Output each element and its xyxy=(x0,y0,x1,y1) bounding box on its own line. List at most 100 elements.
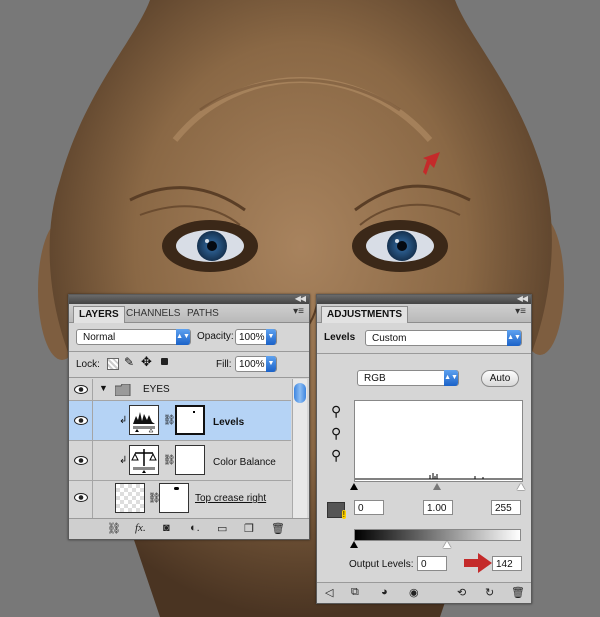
clipping-warning-icon[interactable]: ! xyxy=(327,502,346,519)
collapse-panel-icon[interactable]: ◀◀ xyxy=(517,294,528,303)
link-chain-icon[interactable]: ⛓ xyxy=(163,415,176,426)
layer-mask-thumbnail[interactable] xyxy=(175,445,205,475)
set-gray-point-eyedropper-icon[interactable]: ⚲ xyxy=(331,425,341,442)
delete-adjustment-trash-icon[interactable]: 🗑 xyxy=(511,586,525,599)
layer-thumbnail[interactable] xyxy=(115,483,145,513)
visibility-toggle[interactable] xyxy=(69,481,93,520)
input-gamma-field[interactable]: 1.00 xyxy=(423,500,453,515)
output-black-handle[interactable] xyxy=(350,541,358,548)
opacity-field[interactable]: 100% ▼ xyxy=(235,329,277,345)
blend-mode-value: Normal xyxy=(83,332,116,343)
tab-layers[interactable]: LAYERS xyxy=(73,306,125,323)
add-mask-icon[interactable]: ◙ xyxy=(163,522,170,534)
layer-color-balance[interactable]: ↲ ⛓ Color Balance xyxy=(69,441,291,481)
output-white-field[interactable]: 142 xyxy=(492,556,522,571)
input-black-handle[interactable] xyxy=(350,483,358,490)
auto-button[interactable]: Auto xyxy=(481,370,519,387)
color-balance-adjustment-icon[interactable] xyxy=(129,445,159,475)
layer-top-crease-right[interactable]: ⛓ Top crease right xyxy=(69,481,291,521)
layer-mask-thumbnail[interactable] xyxy=(159,483,189,513)
chevron-updown-icon: ▲▼ xyxy=(176,329,190,345)
lock-transparent-icon[interactable] xyxy=(107,358,119,370)
panel-title-bar[interactable]: ◀◀ xyxy=(317,294,531,304)
input-levels-slider[interactable] xyxy=(350,483,525,491)
chevron-down-icon[interactable]: ▼ xyxy=(266,356,276,372)
tab-adjustments[interactable]: ADJUSTMENTS xyxy=(321,306,409,323)
collapse-panel-icon[interactable]: ◀◀ xyxy=(295,294,306,303)
blend-mode-select[interactable]: Normal ▲▼ xyxy=(76,329,191,345)
input-white-field[interactable]: 255 xyxy=(491,500,521,515)
tab-channels[interactable]: CHANNELS xyxy=(121,306,185,322)
chevron-down-icon[interactable]: ▼ xyxy=(266,329,276,345)
visibility-toggle[interactable] xyxy=(69,379,93,400)
toggle-visibility-eye-icon[interactable]: ◉ xyxy=(409,586,419,599)
scrollbar-thumb[interactable] xyxy=(294,383,306,403)
fill-field[interactable]: 100% ▼ xyxy=(235,356,277,372)
panel-menu-icon[interactable]: ▾≡ xyxy=(293,306,304,317)
layer-group-eyes[interactable]: ▼ EYES xyxy=(69,379,291,401)
link-layers-icon[interactable]: ⛓ xyxy=(107,522,121,535)
levels-histogram xyxy=(354,400,523,482)
lock-image-brush-icon[interactable]: ✎ xyxy=(124,355,134,369)
view-previous-state-icon[interactable]: ⟲ xyxy=(457,586,466,599)
layers-panel: ◀◀ LAYERS CHANNELS PATHS ▾≡ Normal ▲▼ Op… xyxy=(68,294,310,540)
opacity-value: 100% xyxy=(239,332,265,343)
adjustments-tab-bar: ADJUSTMENTS ▾≡ xyxy=(317,304,531,323)
output-black-field[interactable]: 0 xyxy=(417,556,447,571)
layers-scrollbar[interactable] xyxy=(292,379,307,521)
layer-mask-thumbnail[interactable] xyxy=(175,405,205,435)
group-name: EYES xyxy=(143,384,170,395)
channel-value: RGB xyxy=(364,373,386,384)
new-adjustment-layer-icon[interactable]: ◐. xyxy=(190,522,200,534)
layer-name: Color Balance xyxy=(213,457,276,468)
chevron-updown-icon: ▲▼ xyxy=(507,330,521,346)
panel-menu-icon[interactable]: ▾≡ xyxy=(515,306,526,317)
layer-style-fx-icon[interactable]: fx. xyxy=(135,522,146,534)
input-gamma-handle[interactable] xyxy=(433,483,441,490)
new-layer-icon[interactable]: ❐ xyxy=(244,522,254,535)
levels-adjustment-icon[interactable] xyxy=(129,405,159,435)
output-levels-gradient xyxy=(354,529,521,541)
clipping-arrow-icon: ↲ xyxy=(119,455,128,466)
layer-levels[interactable]: ↲ ⛓ Levels xyxy=(69,401,291,441)
adjustments-bottom-toolbar: ◁ ⧉ ◕ ◉ ⟲ ↻ 🗑 xyxy=(317,582,531,603)
output-levels-slider[interactable] xyxy=(350,541,521,549)
reset-icon[interactable]: ↻ xyxy=(485,586,494,599)
eye-icon xyxy=(74,385,88,394)
opacity-label: Opacity: xyxy=(197,331,234,342)
return-to-list-arrow-icon[interactable]: ◁ xyxy=(325,586,333,599)
input-white-handle[interactable] xyxy=(517,483,525,490)
clip-to-layer-icon[interactable]: ◕ xyxy=(381,586,388,598)
adjustment-type-label: Levels xyxy=(324,332,356,343)
fill-value: 100% xyxy=(239,359,265,370)
expanded-view-icon[interactable]: ⧉ xyxy=(351,586,359,599)
layers-tab-bar: LAYERS CHANNELS PATHS ▾≡ xyxy=(69,304,309,323)
fill-label: Fill: xyxy=(216,359,232,370)
lock-label: Lock: xyxy=(76,359,100,370)
clipping-arrow-icon: ↲ xyxy=(119,415,128,426)
visibility-toggle[interactable] xyxy=(69,401,93,440)
set-black-point-eyedropper-icon[interactable]: ⚲ xyxy=(331,403,341,420)
output-levels-label: Output Levels: xyxy=(349,559,414,570)
new-group-folder-icon[interactable]: ▭ xyxy=(217,522,227,535)
preset-select[interactable]: Custom ▲▼ xyxy=(365,330,522,346)
eye-icon xyxy=(74,416,88,425)
channel-select[interactable]: RGB ▲▼ xyxy=(357,370,459,386)
input-black-field[interactable]: 0 xyxy=(354,500,384,515)
adjustments-panel: ◀◀ ADJUSTMENTS ▾≡ Levels Custom ▲▼ RGB ▲… xyxy=(316,294,532,604)
set-white-point-eyedropper-icon[interactable]: ⚲ xyxy=(331,447,341,464)
preset-value: Custom xyxy=(372,333,407,344)
lock-all-padlock-icon[interactable] xyxy=(161,358,168,365)
delete-layer-trash-icon[interactable]: 🗑 xyxy=(271,522,285,535)
tab-paths[interactable]: PATHS xyxy=(182,306,224,322)
layer-name: Levels xyxy=(213,417,245,428)
folder-icon xyxy=(115,384,131,396)
output-white-handle[interactable] xyxy=(443,541,451,548)
chevron-updown-icon: ▲▼ xyxy=(444,370,458,386)
panel-title-bar[interactable]: ◀◀ xyxy=(69,294,309,304)
link-chain-icon[interactable]: ⛓ xyxy=(163,455,176,466)
expand-triangle-icon[interactable]: ▼ xyxy=(99,383,108,393)
layers-bottom-toolbar: ⛓ fx. ◙ ◐. ▭ ❐ 🗑 xyxy=(69,518,309,539)
visibility-toggle[interactable] xyxy=(69,441,93,480)
lock-position-move-icon[interactable]: ✥ xyxy=(141,354,152,370)
